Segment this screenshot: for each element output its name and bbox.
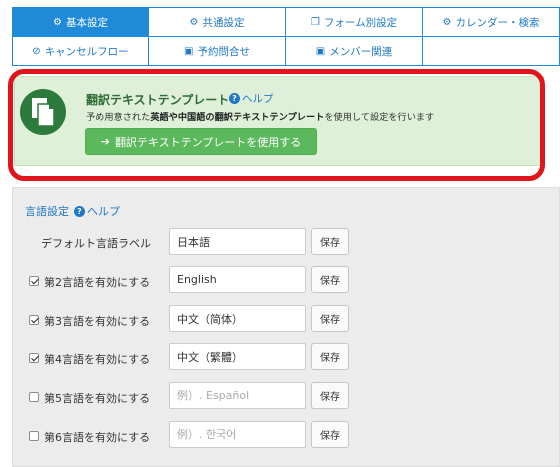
save-button[interactable]: 保存: [311, 266, 349, 293]
help-label: ヘルプ: [87, 205, 120, 218]
enable-language-5-checkbox[interactable]: [29, 392, 39, 402]
desc-text: 予め用意された: [86, 112, 151, 123]
language-3-label: 第3言語を有効にする: [44, 315, 151, 328]
enable-language-2-checkbox[interactable]: [29, 276, 39, 286]
card-help-link[interactable]: ? ヘルプ: [229, 91, 274, 106]
tab-form-settings[interactable]: ❐ フォーム別設定: [285, 7, 423, 37]
desc-bold: 英語や中国語の翻訳テキストテンプレート: [150, 112, 325, 123]
tab-label: カレンダー・検索: [455, 16, 540, 29]
save-button[interactable]: 保存: [311, 228, 349, 255]
tab-common-settings[interactable]: ⚙ 共通設定: [148, 7, 286, 37]
language-settings-heading: 言語設定 ? ヘルプ: [25, 203, 120, 219]
tab-label: 予約問合せ: [197, 45, 250, 58]
tab-member-related[interactable]: ▣ メンバー関連: [285, 36, 423, 66]
document-icon: [20, 89, 66, 135]
language-6-label: 第6言語を有効にする: [44, 431, 151, 444]
panel-help-link[interactable]: ? ヘルプ: [74, 203, 120, 219]
save-button[interactable]: 保存: [311, 421, 349, 448]
gear-icon: ⚙: [189, 16, 199, 28]
button-label: 翻訳テキストテンプレートを使用する: [114, 135, 302, 149]
desc-text: を使用して設定を行います: [324, 112, 435, 123]
id-card-icon: ▣: [315, 45, 326, 57]
tab-empty-cell: [422, 36, 560, 66]
gear-icon: ⚙: [442, 16, 452, 28]
tab-label: キャンセルフロー: [44, 45, 129, 58]
language-4-input[interactable]: [169, 343, 306, 370]
help-label: ヘルプ: [242, 93, 274, 105]
enable-language-4-checkbox[interactable]: [29, 353, 39, 363]
default-language-label: デフォルト言語ラベル: [41, 237, 151, 250]
language-3-input[interactable]: [169, 305, 306, 332]
tab-cancel-flow[interactable]: ⊘ キャンセルフロー: [12, 36, 149, 66]
save-button[interactable]: 保存: [311, 343, 349, 370]
language-2-label: 第2言語を有効にする: [44, 276, 151, 289]
copy-icon: ❐: [310, 16, 320, 28]
use-translation-template-button[interactable]: ➔ 翻訳テキストテンプレートを使用する: [85, 128, 317, 155]
language-6-input[interactable]: [169, 421, 306, 448]
tab-label: 共通設定: [202, 16, 245, 29]
save-button[interactable]: 保存: [311, 382, 349, 409]
highlight-outline: [8, 69, 545, 181]
question-circle-icon: ?: [74, 205, 85, 217]
save-button[interactable]: 保存: [311, 305, 349, 332]
default-language-input[interactable]: [169, 228, 306, 255]
card-description: 予め用意された英語や中国語の翻訳テキストテンプレートを使用して設定を行います: [86, 109, 434, 123]
enable-language-3-checkbox[interactable]: [29, 315, 39, 325]
enable-language-6-checkbox[interactable]: [29, 431, 39, 441]
tab-calendar-search[interactable]: ⚙ カレンダー・検索: [422, 7, 560, 37]
id-card-icon: ▣: [184, 45, 194, 57]
gears-icon: ⚙: [53, 16, 62, 28]
sign-in-icon: ➔: [100, 135, 110, 148]
panel-title: 言語設定: [25, 205, 69, 218]
language-4-label: 第4言語を有効にする: [44, 353, 151, 366]
tab-label: フォーム別設定: [323, 16, 398, 29]
tab-label: メンバー関連: [329, 45, 393, 58]
language-5-input[interactable]: [169, 382, 306, 409]
language-5-label: 第5言語を有効にする: [44, 392, 151, 405]
tab-reservation-inquiry[interactable]: ▣ 予約問合せ: [148, 36, 286, 66]
question-circle-icon: ?: [229, 93, 240, 104]
tab-basic-settings[interactable]: ⚙ 基本設定: [12, 7, 149, 37]
language-2-input[interactable]: [169, 266, 306, 293]
ban-icon: ⊘: [32, 45, 41, 57]
card-title: 翻訳テキストテンプレート: [86, 93, 230, 107]
tab-label: 基本設定: [65, 16, 108, 29]
